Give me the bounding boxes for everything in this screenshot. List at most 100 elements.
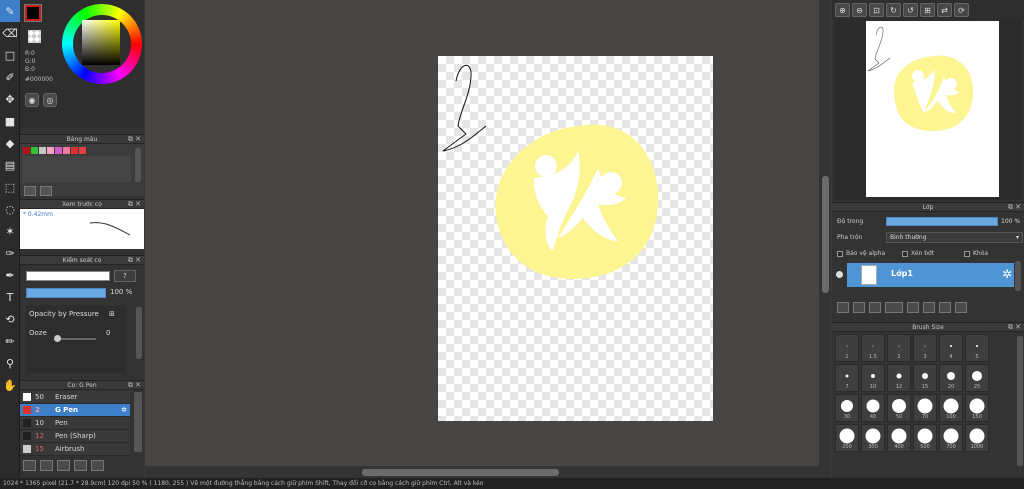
brush-opacity-slider[interactable] xyxy=(26,288,106,298)
layer-opacity-slider[interactable] xyxy=(886,217,998,226)
gear-icon[interactable]: ✲ xyxy=(1002,267,1012,281)
ooze-slider[interactable] xyxy=(56,338,96,340)
brush-size-cell[interactable]: 300 xyxy=(861,424,885,452)
brush-size-cell[interactable]: 25 xyxy=(965,364,989,392)
saturation-value-square[interactable] xyxy=(82,20,120,65)
layer-row[interactable]: Lớp1 ✲ xyxy=(847,263,1014,287)
panel-controls-icon[interactable]: ⧉ ✕ xyxy=(128,381,141,390)
brush-item[interactable]: 15 Airbrush xyxy=(20,443,130,456)
panel-controls-icon[interactable]: ⧉ ✕ xyxy=(128,200,141,209)
brush-size-cell[interactable]: 20 xyxy=(939,364,963,392)
palette-area[interactable] xyxy=(23,156,131,182)
brush-size-cell[interactable]: 3 xyxy=(913,334,937,362)
duplicate-brush-icon[interactable] xyxy=(91,460,104,471)
foreground-color-swatch[interactable] xyxy=(24,4,42,22)
palette-swatch[interactable] xyxy=(23,147,30,154)
new-1bit-layer-icon[interactable] xyxy=(869,302,881,313)
brush-size-cell[interactable]: 400 xyxy=(887,424,911,452)
flip-icon[interactable]: ⇄ xyxy=(937,3,952,17)
eraser-icon[interactable]: ⌫ xyxy=(0,22,20,44)
ooze-knob[interactable] xyxy=(54,335,61,342)
brush-size-cell[interactable]: 1.5 xyxy=(861,334,885,362)
brush-size-cell[interactable]: 1 xyxy=(835,334,859,362)
vertical-scroll-thumb[interactable] xyxy=(822,176,829,293)
hand-icon[interactable]: ✋ xyxy=(0,374,20,396)
brush-item[interactable]: 12 Pen (Sharp) xyxy=(20,430,130,443)
palette-swatch[interactable] xyxy=(63,147,70,154)
navigator-view[interactable] xyxy=(834,20,1022,200)
palette-icon[interactable]: ◉ xyxy=(25,93,39,107)
transform-icon[interactable]: ⟲ xyxy=(0,308,20,330)
brush-size-cell[interactable]: 10 xyxy=(861,364,885,392)
brush-size-cell[interactable]: 2 xyxy=(887,334,911,362)
palette-swatch[interactable] xyxy=(55,147,62,154)
rotate-right-icon[interactable]: ↻ xyxy=(886,3,901,17)
text-icon[interactable]: T xyxy=(0,286,20,308)
brush-size-cell[interactable]: 4 xyxy=(939,334,963,362)
brush-size-cell[interactable]: 70 xyxy=(913,394,937,422)
selection-rect-icon[interactable]: □ xyxy=(0,44,20,66)
gradient-icon[interactable]: ▤ xyxy=(0,154,20,176)
canvas-workspace[interactable] xyxy=(145,0,831,466)
delete-layer-icon[interactable] xyxy=(955,302,967,313)
zoom-in-icon[interactable]: ⊕ xyxy=(835,3,850,17)
reset-icon[interactable]: ⟳ xyxy=(954,3,969,17)
add-brush-icon[interactable] xyxy=(23,460,36,471)
brush-size-cell[interactable]: 100 xyxy=(939,394,963,422)
panel-controls-icon[interactable]: ⧉ ✕ xyxy=(128,135,141,144)
brush-size-slider[interactable] xyxy=(26,271,110,281)
document-canvas[interactable] xyxy=(438,56,713,421)
clipping-checkbox[interactable]: Xén bớt xyxy=(902,250,934,257)
add-layer-menu-icon[interactable] xyxy=(885,302,903,313)
new-folder-icon[interactable] xyxy=(907,302,919,313)
brush-menu-icon[interactable] xyxy=(40,460,53,471)
magic-wand-icon[interactable]: ✶ xyxy=(0,220,20,242)
brush-size-cell[interactable]: 1000 xyxy=(965,424,989,452)
brush-list-scrollbar[interactable] xyxy=(134,392,142,452)
select-pen-icon[interactable]: ✑ xyxy=(0,242,20,264)
brush-size-scrollbar[interactable] xyxy=(1017,336,1023,466)
select-rect-icon[interactable]: ⬚ xyxy=(0,176,20,198)
folder-icon[interactable] xyxy=(74,460,87,471)
brush-item[interactable]: 50 Eraser xyxy=(20,391,130,404)
delete-palette-icon[interactable] xyxy=(40,186,52,196)
brush-size-cell[interactable]: 50 xyxy=(887,394,911,422)
brush-size-cell[interactable]: 12 xyxy=(887,364,911,392)
palette-scrollbar[interactable] xyxy=(135,148,141,182)
brush-size-cell[interactable]: 7 xyxy=(835,364,859,392)
rotate-left-icon[interactable]: ↺ xyxy=(903,3,918,17)
duplicate-layer-icon[interactable] xyxy=(923,302,935,313)
opacity-pressure-toggle-icon[interactable]: ⊞ xyxy=(109,310,115,318)
copy-brush-icon[interactable] xyxy=(57,460,70,471)
canvas-horizontal-scrollbar[interactable] xyxy=(145,466,831,478)
protect-alpha-checkbox[interactable]: Bảo vệ alpha xyxy=(837,250,885,257)
eyedropper-icon[interactable]: ⚲ xyxy=(0,352,20,374)
palette-swatch[interactable] xyxy=(47,147,54,154)
lasso-icon[interactable]: ◌ xyxy=(0,198,20,220)
zoom-out-icon[interactable]: ⊖ xyxy=(852,3,867,17)
blend-mode-select[interactable]: Bình thường ▾ xyxy=(886,232,1023,243)
horizontal-scroll-thumb[interactable] xyxy=(362,469,559,476)
lock-checkbox[interactable]: Khóa xyxy=(964,250,988,257)
brush-icon[interactable]: ✎ xyxy=(0,0,20,22)
new-palette-icon[interactable] xyxy=(24,186,36,196)
panel-controls-icon[interactable]: ⧉ ✕ xyxy=(1008,203,1021,212)
layer-scrollbar[interactable] xyxy=(1015,261,1021,291)
palette-swatch[interactable] xyxy=(31,147,38,154)
fill-rect-icon[interactable]: ■ xyxy=(0,110,20,132)
panel-controls-icon[interactable]: ⧉ ✕ xyxy=(1008,323,1021,332)
merge-layer-icon[interactable] xyxy=(939,302,951,313)
brush-control-scrollbar[interactable] xyxy=(136,307,142,359)
brush-item[interactable]: 2 G Pen ✲ xyxy=(20,404,130,417)
brush-size-cell[interactable]: 15 xyxy=(913,364,937,392)
new-halftone-layer-icon[interactable] xyxy=(853,302,865,313)
brush-size-cell[interactable]: 200 xyxy=(835,424,859,452)
brush-alt-icon[interactable]: ✐ xyxy=(0,66,20,88)
panel-controls-icon[interactable]: ⧉ ✕ xyxy=(128,256,141,265)
transparent-color-swatch[interactable] xyxy=(28,30,41,43)
move-icon[interactable]: ✥ xyxy=(0,88,20,110)
select-eraser-icon[interactable]: ✒ xyxy=(0,264,20,286)
canvas-vertical-scrollbar[interactable] xyxy=(819,0,831,466)
palette-swatch[interactable] xyxy=(71,147,78,154)
new-layer-icon[interactable] xyxy=(837,302,849,313)
